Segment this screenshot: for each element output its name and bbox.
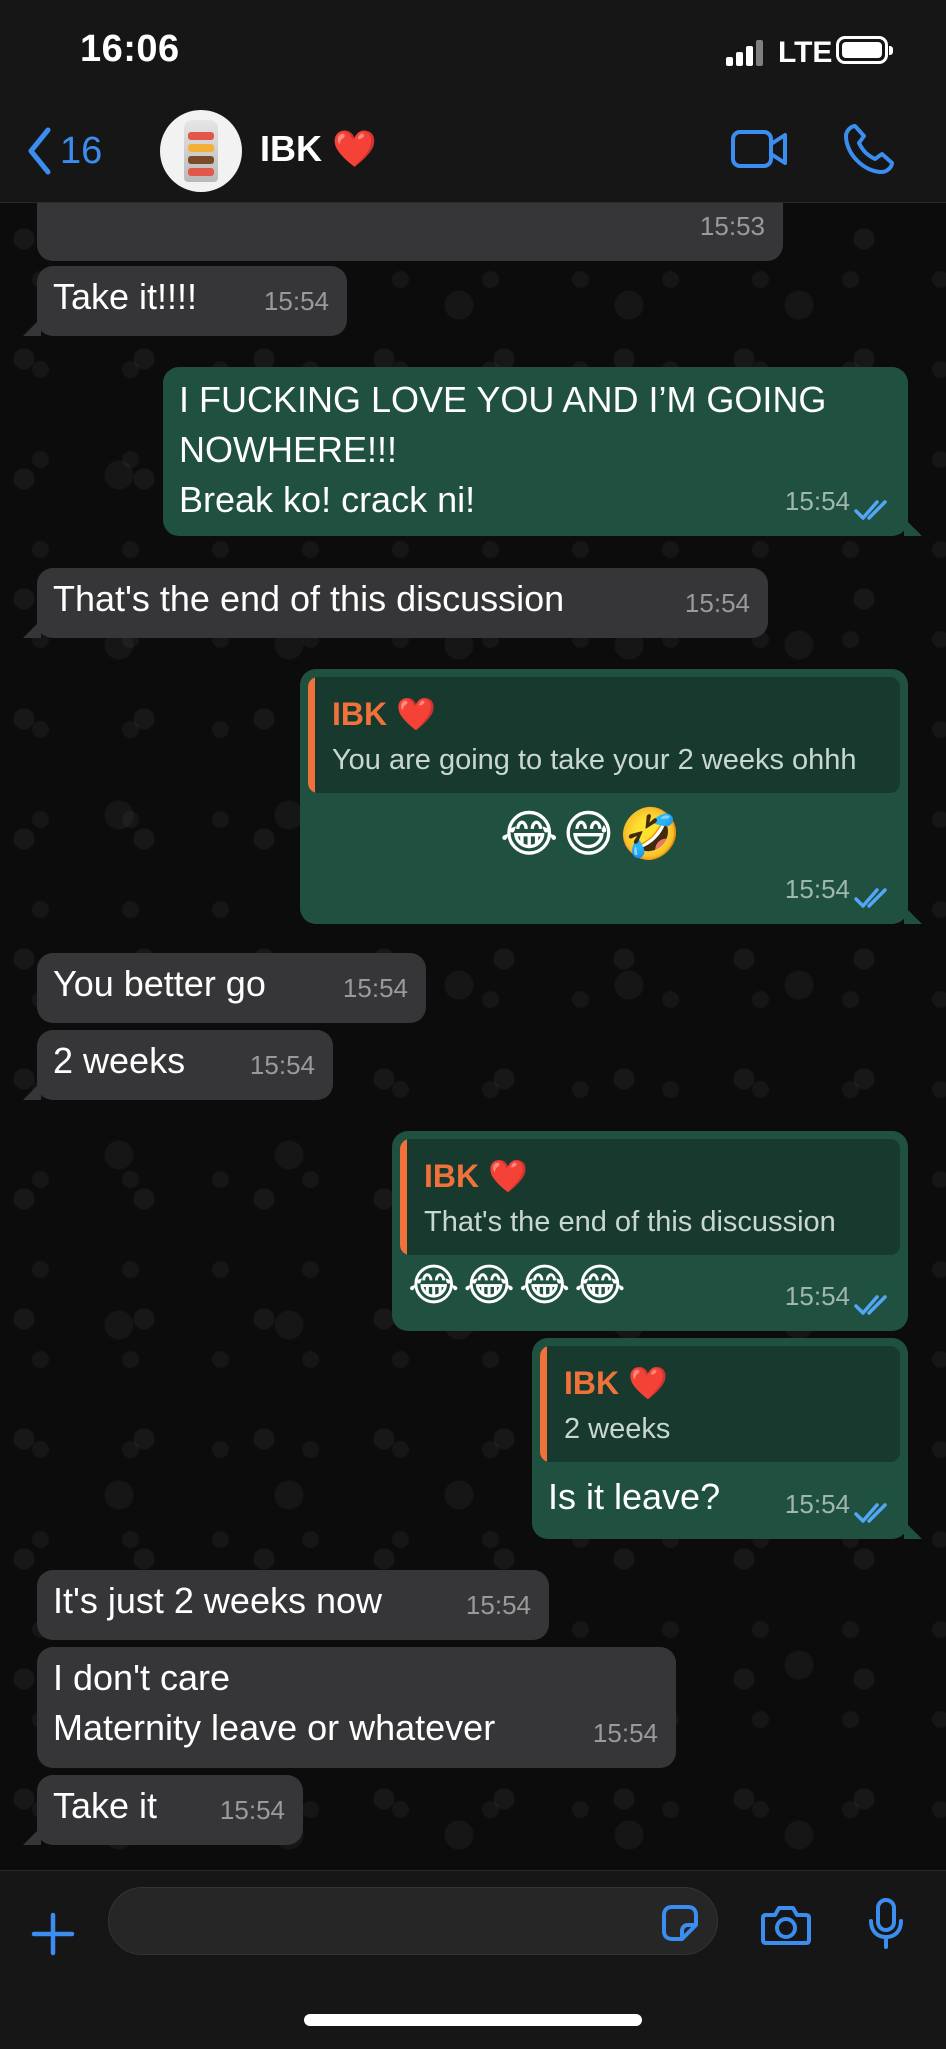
message-incoming[interactable]: 15:53 — [37, 203, 783, 261]
message-time: 15:54 — [342, 973, 408, 1003]
status-bar: 16:06 LTE — [0, 0, 946, 100]
chevron-left-icon — [28, 127, 51, 175]
quoted-author: IBK ❤️ — [332, 696, 436, 732]
message-text: I don't care Maternity leave or whatever — [53, 1657, 496, 1748]
message-incoming[interactable]: Take it 15:54 — [23, 1775, 303, 1845]
message-time: 15:54 — [784, 486, 850, 516]
camera-icon[interactable] — [760, 1903, 812, 1947]
message-incoming[interactable]: I don't care Maternity leave or whatever… — [37, 1647, 676, 1768]
quoted-message[interactable]: IBK ❤️ That's the end of this discussion — [400, 1139, 900, 1255]
message-outgoing[interactable]: IBK ❤️ That's the end of this discussion… — [392, 1131, 908, 1331]
back-button[interactable]: 16 — [26, 124, 102, 178]
message-time: 15:54 — [784, 874, 850, 904]
message-time: 15:54 — [465, 1590, 531, 1620]
message-text: Take it!!!! — [53, 276, 198, 317]
quoted-author: IBK ❤️ — [564, 1365, 668, 1401]
message-incoming[interactable]: You better go 15:54 — [37, 953, 426, 1023]
message-time: 15:54 — [784, 1281, 850, 1311]
home-indicator[interactable] — [304, 2014, 642, 2026]
message-time: 15:54 — [592, 1718, 658, 1748]
message-incoming[interactable]: That's the end of this discussion 15:54 — [23, 568, 768, 638]
message-text: It's just 2 weeks now — [53, 1580, 383, 1621]
message-incoming[interactable]: Take it!!!! 15:54 — [23, 266, 347, 336]
message-text-field[interactable] — [133, 1902, 637, 1938]
message-text: You better go — [53, 963, 266, 1004]
battery-icon — [836, 36, 893, 64]
network-label: LTE — [778, 36, 833, 69]
message-time: 15:54 — [249, 1050, 315, 1080]
message-time: 15:54 — [263, 286, 329, 316]
message-text: 2 weeks — [53, 1040, 186, 1081]
message-time: 15:54 — [219, 1795, 285, 1825]
message-time: 15:54 — [684, 588, 750, 618]
phone-call-icon[interactable] — [842, 122, 896, 176]
message-text: That's the end of this discussion — [53, 578, 565, 619]
back-unread-count: 16 — [60, 129, 103, 172]
sticker-icon[interactable] — [658, 1901, 702, 1945]
read-receipt-icon — [854, 1503, 887, 1523]
message-incoming[interactable]: 2 weeks 15:54 — [23, 1030, 333, 1100]
message-time: 15:53 — [699, 211, 765, 241]
video-call-icon[interactable] — [730, 124, 790, 174]
message-time: 15:54 — [784, 1489, 850, 1519]
chat-header: 16 IBK ❤️ — [0, 100, 946, 203]
message-text: 😂😂😂😂 — [408, 1261, 630, 1310]
message-incoming[interactable]: It's just 2 weeks now 15:54 — [37, 1570, 549, 1640]
message-text: Is it leave? — [548, 1476, 721, 1517]
message-input[interactable] — [108, 1887, 718, 1955]
avatar[interactable] — [160, 110, 242, 192]
chat-area[interactable]: 15:53 Take it!!!! 15:54 I FUCKING LOVE Y… — [0, 203, 946, 1870]
quoted-author: IBK ❤️ — [424, 1158, 528, 1194]
plus-icon[interactable] — [30, 1911, 76, 1957]
message-text: I FUCKING LOVE YOU AND I’M GOING NOWHERE… — [179, 379, 827, 520]
message-text: 😂😅🤣 — [500, 806, 685, 862]
message-outgoing[interactable]: I FUCKING LOVE YOU AND I’M GOING NOWHERE… — [163, 367, 922, 536]
signal-icon — [726, 40, 766, 66]
message-outgoing[interactable]: IBK ❤️ 2 weeks Is it leave? 15:54 — [532, 1338, 922, 1539]
microphone-icon[interactable] — [866, 1897, 906, 1951]
read-receipt-icon — [854, 500, 887, 520]
quoted-text: That's the end of this discussion — [424, 1206, 836, 1238]
quoted-message[interactable]: IBK ❤️ 2 weeks — [540, 1346, 900, 1462]
quoted-text: You are going to take your 2 weeks ohhh — [332, 744, 857, 776]
message-outgoing[interactable]: IBK ❤️ You are going to take your 2 week… — [300, 669, 922, 924]
quoted-text: 2 weeks — [564, 1413, 671, 1445]
message-text: Take it — [53, 1785, 158, 1826]
read-receipt-icon — [854, 888, 887, 908]
quoted-message[interactable]: IBK ❤️ You are going to take your 2 week… — [308, 677, 900, 793]
status-time: 16:06 — [80, 28, 180, 70]
contact-name[interactable]: IBK ❤️ — [260, 128, 377, 170]
read-receipt-icon — [854, 1295, 887, 1315]
